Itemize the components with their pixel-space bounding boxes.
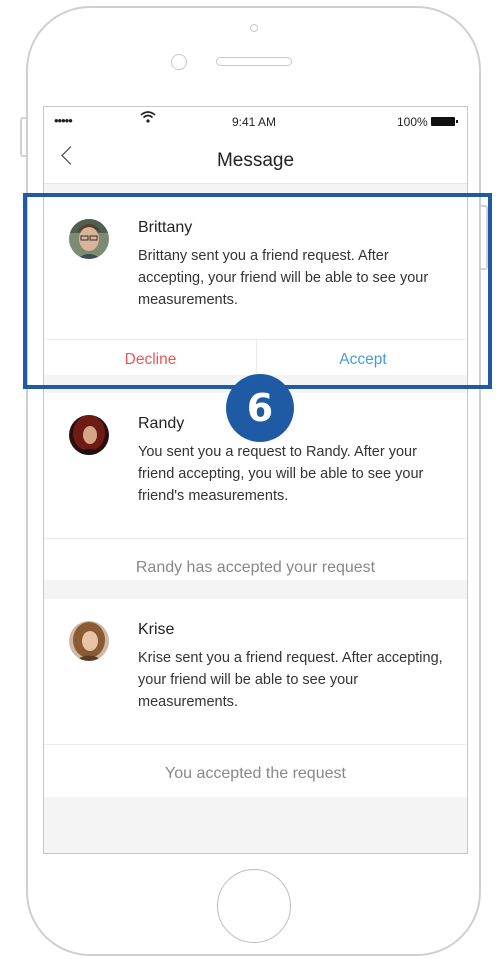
page-title: Message [216, 150, 295, 171]
camera-dot [250, 24, 258, 32]
status-bar: ••••• 9:41 AM 100% [44, 107, 467, 137]
divider [44, 744, 467, 745]
request-status: You accepted the request [165, 765, 346, 782]
home-button[interactable] [217, 869, 291, 943]
wifi-icon [140, 110, 156, 127]
front-camera [171, 54, 187, 70]
nav-bar: Message [44, 137, 467, 184]
message-text: You sent you a request to Randy. After y… [138, 444, 424, 504]
clock: 9:41 AM [232, 115, 277, 129]
contact-name: Randy [138, 415, 185, 432]
highlight-box [23, 193, 492, 389]
step-number-badge: 6 [226, 374, 294, 442]
message-text: Krise sent you a friend request. After a… [138, 650, 443, 710]
earpiece-speaker [216, 57, 292, 66]
avatar [69, 621, 109, 661]
battery-percent: 100% [397, 115, 428, 129]
avatar [69, 415, 109, 455]
divider [44, 538, 467, 539]
request-status: Randy has accepted your request [135, 559, 376, 576]
signal-icon: ••••• [54, 113, 73, 128]
battery-icon [431, 117, 458, 126]
message-card-krise: Krise Krise sent you a friend request. A… [44, 599, 467, 797]
contact-name: Krise [138, 621, 175, 638]
